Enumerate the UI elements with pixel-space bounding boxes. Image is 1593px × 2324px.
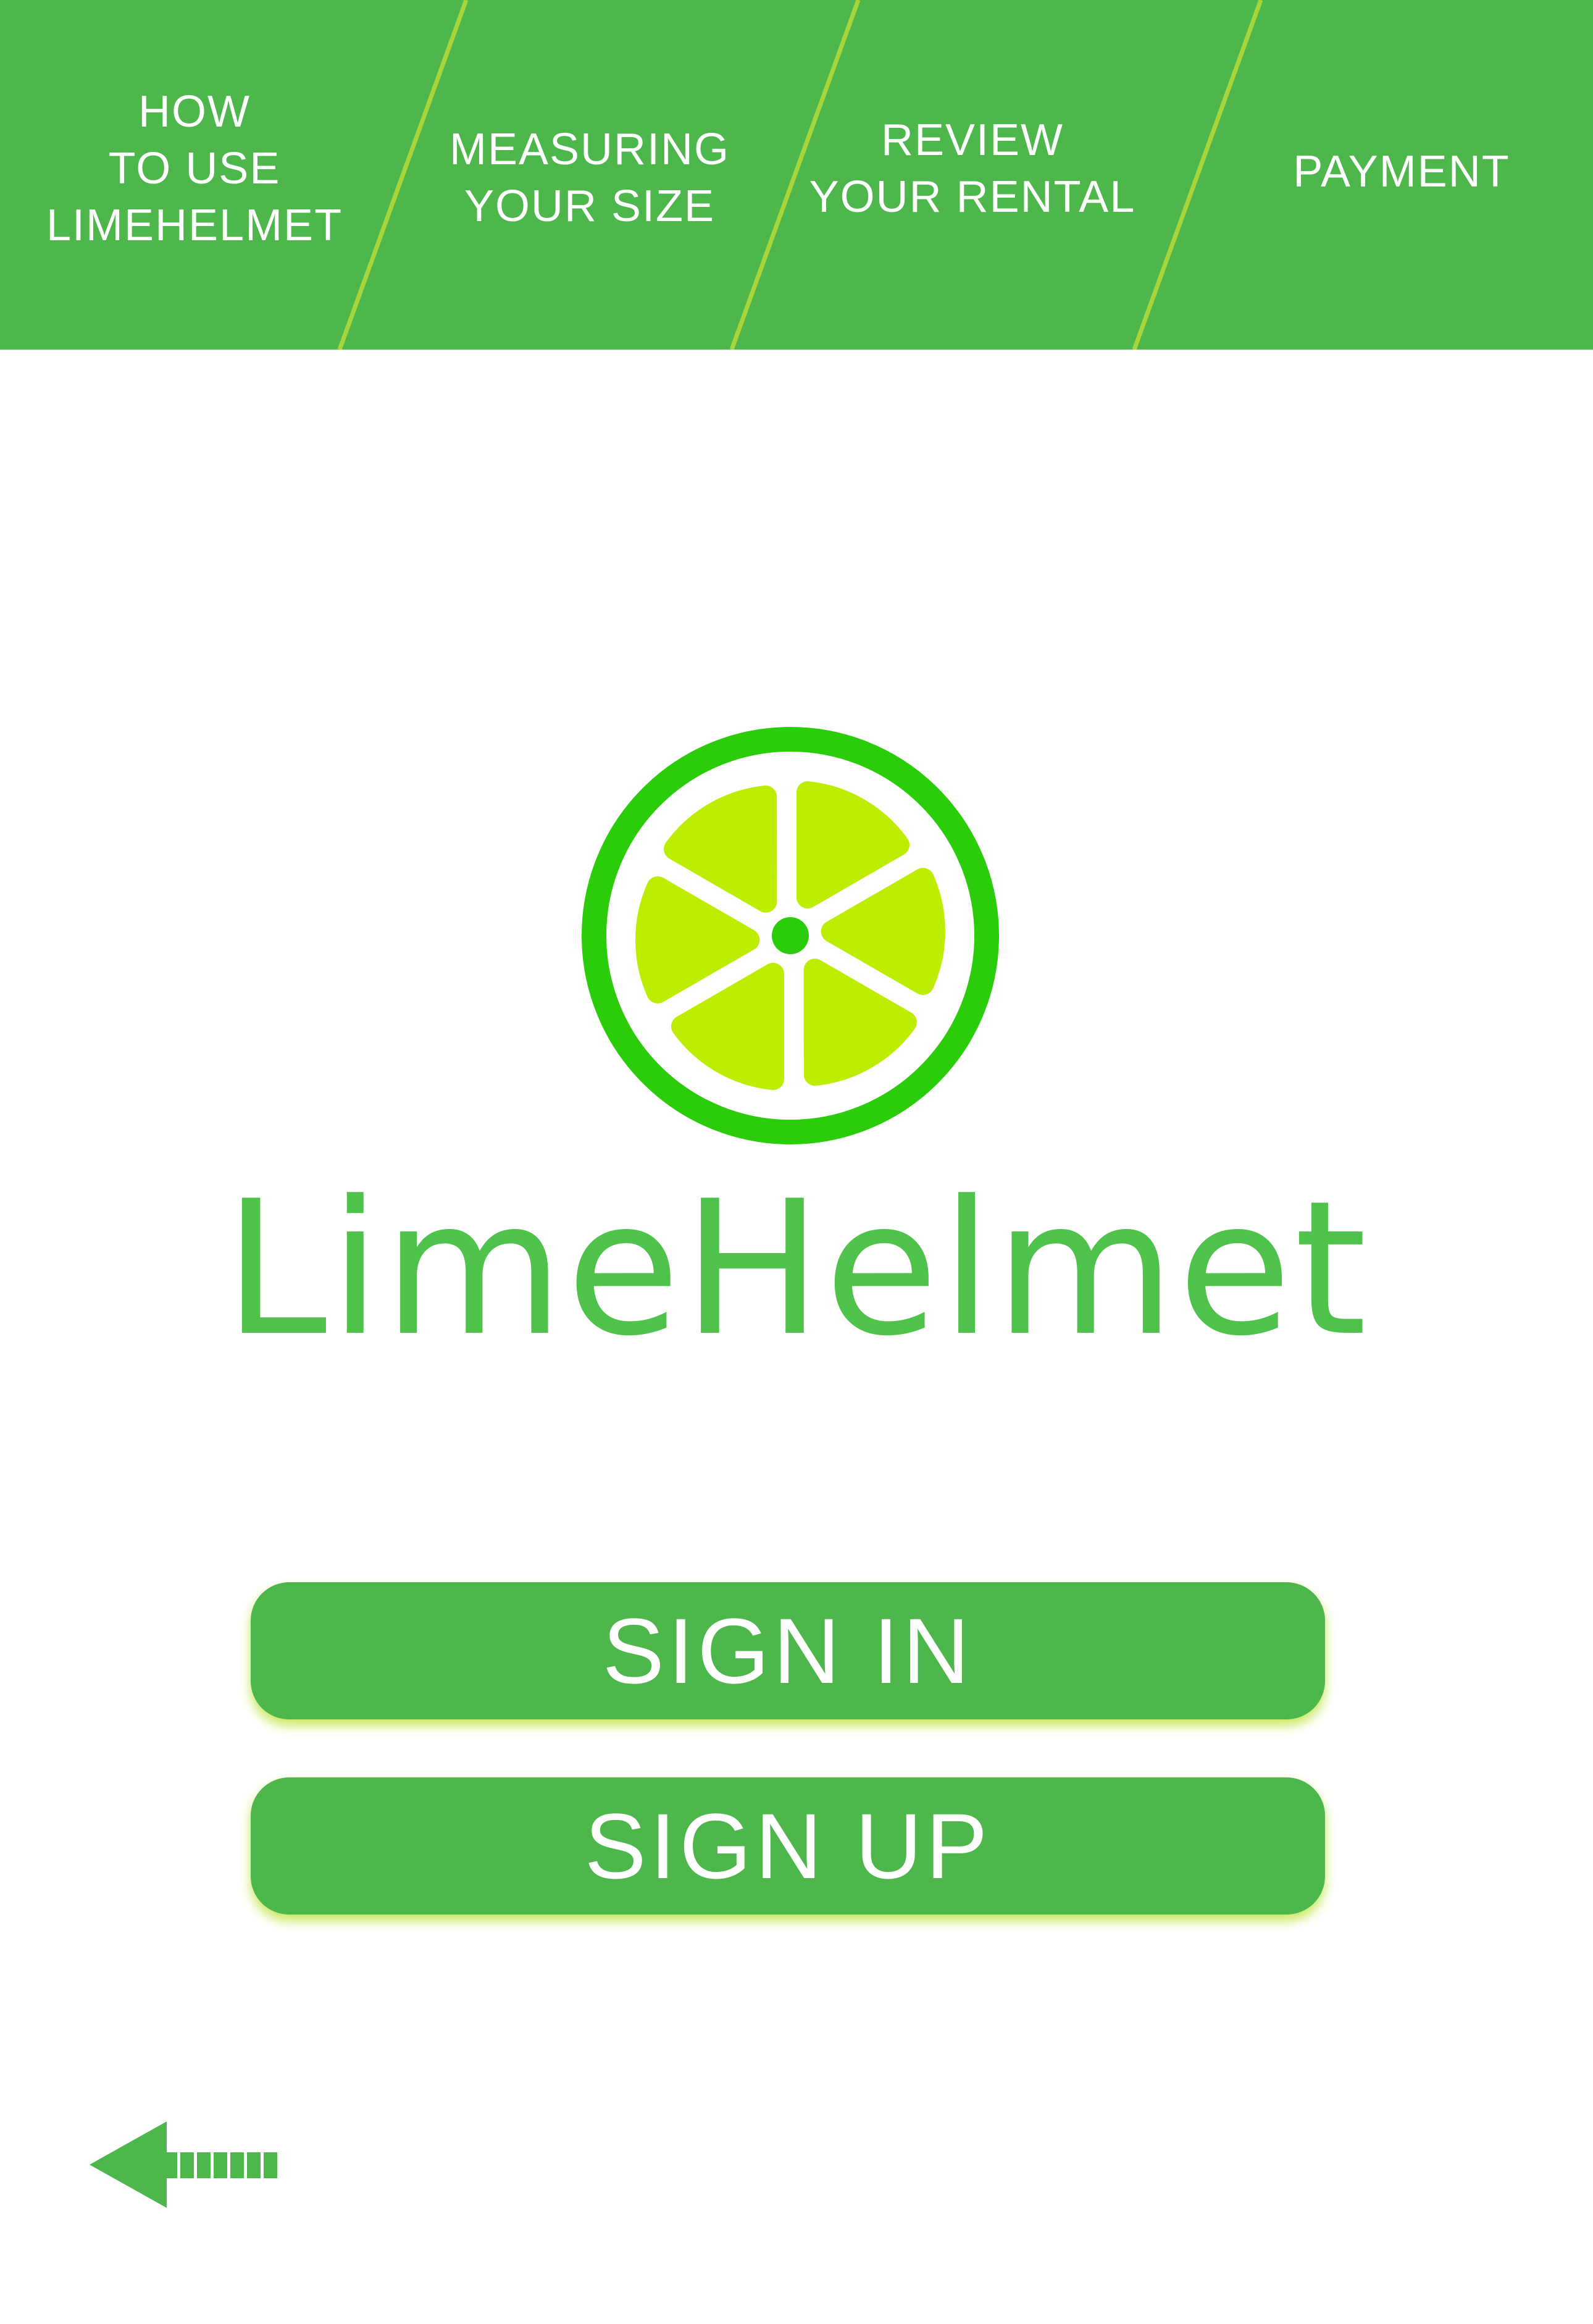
tab-payment[interactable]: PAYMENT <box>1235 0 1568 346</box>
tab-payment-label: PAYMENT <box>1293 147 1510 196</box>
arrow-left-icon[interactable] <box>86 2118 284 2217</box>
sign-in-button[interactable]: SIGN IN <box>251 1582 1325 1719</box>
lime-slice-icon <box>582 727 999 1144</box>
tab-how-to-use-label: HOW TO USE LIMEHELMET <box>46 87 343 250</box>
tab-measuring-your-size[interactable]: MEASURING YOUR SIZE <box>426 3 753 350</box>
tab-review-your-rental[interactable]: REVIEW YOUR RENTAL <box>796 0 1148 343</box>
brand-title: LimeHelmet <box>224 1161 1369 1377</box>
tab-measuring-label: MEASURING YOUR SIZE <box>449 125 730 231</box>
sign-up-button[interactable]: SIGN UP <box>251 1777 1325 1915</box>
tab-review-label: REVIEW YOUR RENTAL <box>809 115 1136 222</box>
tab-how-to-use[interactable]: HOW TO USE LIMEHELMET <box>19 0 370 343</box>
top-nav-bar: HOW TO USE LIMEHELMET MEASURING YOUR SIZ… <box>0 0 1593 350</box>
